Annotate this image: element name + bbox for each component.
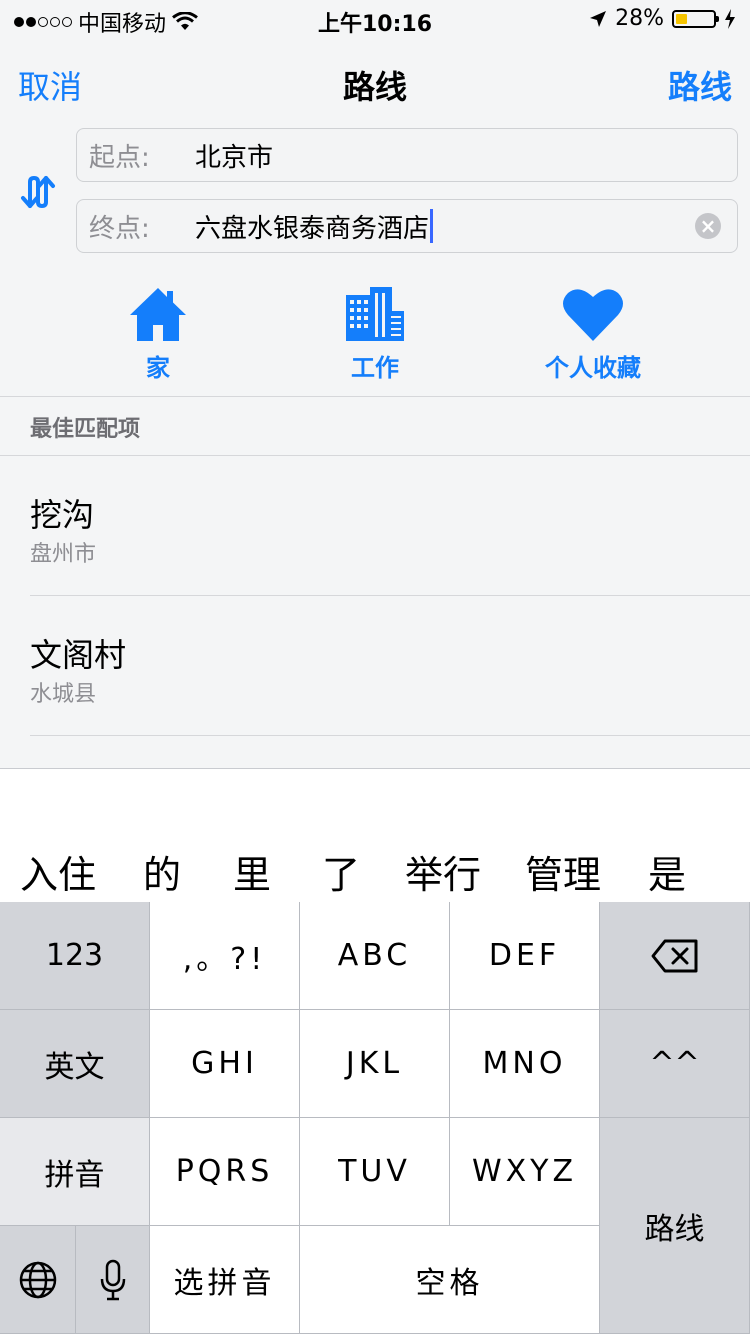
end-field[interactable]: 终点: 六盘水银泰商务酒店 × [76,199,738,253]
house-icon [130,288,186,341]
results-header: 最佳匹配项 [30,417,141,442]
shortcut-home[interactable]: 家 [68,284,248,383]
candidate-word[interactable]: 里 [233,844,271,899]
shortcut-favorites-label: 个人收藏 [545,354,641,382]
result-title: 挖沟 [30,496,95,534]
key-mno[interactable]: MNO [450,1010,600,1118]
result-subtitle: 水城县 [30,682,97,707]
globe-key[interactable] [0,1226,76,1334]
end-label: 终点: [89,213,150,244]
charging-bolt-icon [725,8,735,29]
key-pqrs[interactable]: PQRS [150,1118,300,1226]
result-title: 文阁村 [30,636,127,674]
delete-key[interactable] [600,902,750,1010]
start-value: 北京市 [195,142,274,173]
candidate-word[interactable]: 举行 [405,844,481,899]
page-title: 路线 [342,68,407,106]
key-ghi[interactable]: GHI [150,1010,300,1118]
building-icon [346,287,404,341]
key-def[interactable]: DEF [450,902,600,1010]
start-label: 起点: [89,142,150,173]
shortcut-home-label: 家 [146,354,170,382]
battery-icon [672,9,719,28]
shortcut-favorites[interactable]: 个人收藏 [503,284,683,383]
row-separator [30,735,750,736]
microphone-icon [100,1259,125,1300]
heart-icon [563,289,623,341]
key-abc[interactable]: ABC [300,902,450,1010]
keyboard-spacer [0,768,750,833]
list-item[interactable]: 文阁村 水城县 [0,596,750,736]
candidate-bar: 入住 的 里 了 举行 管理 是 [0,832,750,902]
space-key[interactable]: 空格 [300,1226,600,1334]
location-arrow-icon [590,10,607,27]
candidate-word[interactable]: 入住 [20,844,96,899]
globe-icon [19,1261,56,1298]
clear-icon[interactable]: × [695,213,721,239]
keyboard: 123 ,。?! ABC DEF 英文 GHI JKL MNO ^^ 拼音 PQ… [0,902,750,1334]
key-tuv[interactable]: TUV [300,1118,450,1226]
result-subtitle: 盘州市 [30,542,97,567]
key-punctuation[interactable]: ,。?! [150,902,300,1010]
mic-key[interactable] [76,1226,150,1334]
battery-percent: 28% [615,6,664,31]
candidate-word[interactable]: 管理 [525,844,601,899]
enter-key[interactable]: 路线 [600,1118,750,1334]
status-right: 28% [589,6,736,31]
text-caret [430,209,434,243]
candidate-word[interactable]: 了 [322,844,360,899]
status-bar: 中国移动 上午10:16 28% [0,0,750,40]
key-123[interactable]: 123 [0,902,150,1010]
route-button[interactable]: 路线 [668,62,732,108]
key-select-pinyin[interactable]: 选拼音 [150,1226,300,1334]
shortcut-work-label: 工作 [351,354,399,382]
key-emoticon[interactable]: ^^ [600,1010,750,1118]
key-wxyz[interactable]: WXYZ [450,1118,600,1226]
swap-direction-icon[interactable] [18,172,58,212]
backspace-icon [651,939,697,972]
key-jkl[interactable]: JKL [300,1010,450,1118]
list-item[interactable]: 挖沟 盘州市 [0,456,750,596]
candidate-word[interactable]: 的 [143,844,181,899]
start-field[interactable]: 起点: 北京市 [76,128,738,182]
end-value: 六盘水银泰商务酒店 [195,213,430,244]
key-english[interactable]: 英文 [0,1010,150,1118]
shortcut-work[interactable]: 工作 [285,284,465,383]
key-pinyin[interactable]: 拼音 [0,1118,150,1226]
divider [0,396,750,397]
candidate-word[interactable]: 是 [648,844,686,899]
